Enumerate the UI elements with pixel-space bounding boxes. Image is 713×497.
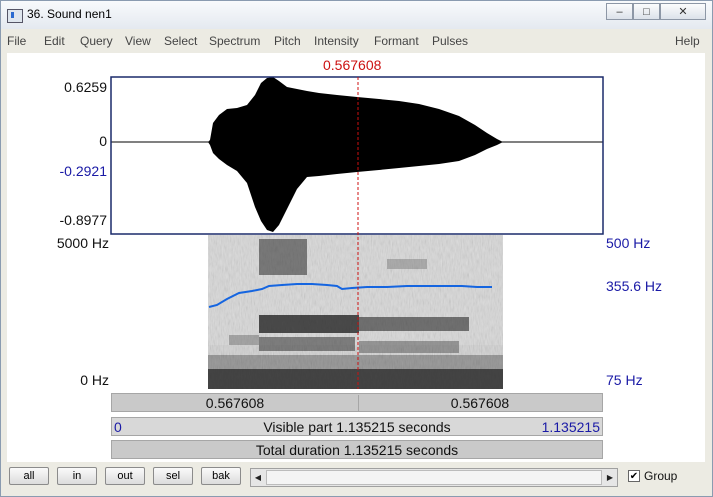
app-icon xyxy=(7,9,23,23)
group-checkbox[interactable]: ✔ xyxy=(628,470,640,482)
all-button[interactable]: all xyxy=(9,467,49,485)
scroll-thumb[interactable] xyxy=(266,470,602,485)
editor-area[interactable]: 0.567608 0.6259 0 -0.2921 -0.8977 5000 H… xyxy=(7,53,705,462)
scroll-left-arrow-icon[interactable]: ◀ xyxy=(251,469,265,486)
menu-select[interactable]: Select xyxy=(164,34,197,48)
signal-display[interactable] xyxy=(7,53,705,393)
scroll-right-arrow-icon[interactable]: ▶ xyxy=(603,469,617,486)
menu-pitch[interactable]: Pitch xyxy=(274,34,301,48)
title-bar: 36. Sound nen1 – □ ✕ xyxy=(1,1,712,29)
menu-view[interactable]: View xyxy=(125,34,151,48)
menu-query[interactable]: Query xyxy=(80,34,113,48)
horizontal-scrollbar[interactable]: ◀ ▶ xyxy=(250,468,618,487)
menu-spectrum[interactable]: Spectrum xyxy=(209,34,260,48)
group-label: Group xyxy=(644,469,678,483)
total-duration-bar[interactable]: Total duration 1.135215 seconds xyxy=(111,440,603,459)
visible-part-bar[interactable]: 0 Visible part 1.135215 seconds 1.135215 xyxy=(111,417,603,436)
menu-file[interactable]: File xyxy=(7,34,26,48)
maximize-button[interactable]: □ xyxy=(633,3,660,20)
minimize-button[interactable]: – xyxy=(606,3,633,20)
menu-pulses[interactable]: Pulses xyxy=(432,34,468,48)
navigation-bar: all in out sel bak ◀ ▶ ✔ Group xyxy=(1,463,712,496)
total-duration-label: Total duration 1.135215 seconds xyxy=(255,442,459,458)
right-time-segment[interactable]: 0.567608 xyxy=(358,395,602,411)
menu-intensity[interactable]: Intensity xyxy=(314,34,359,48)
menu-bar: File Edit Query View Select Spectrum Pit… xyxy=(1,31,712,51)
bak-button[interactable]: bak xyxy=(201,467,241,485)
sel-button[interactable]: sel xyxy=(153,467,193,485)
window-title: 36. Sound nen1 xyxy=(27,7,112,21)
left-time-segment[interactable]: 0.567608 xyxy=(112,395,359,411)
visible-end-label: 1.135215 xyxy=(541,419,600,435)
menu-help[interactable]: Help xyxy=(675,34,700,48)
close-button[interactable]: ✕ xyxy=(660,3,706,20)
menu-formant[interactable]: Formant xyxy=(374,34,419,48)
menu-edit[interactable]: Edit xyxy=(44,34,65,48)
spectrogram-image xyxy=(208,235,503,389)
visible-part-label: Visible part 1.135215 seconds xyxy=(263,419,451,435)
out-button[interactable]: out xyxy=(105,467,145,485)
praat-sound-window: 36. Sound nen1 – □ ✕ File Edit Query Vie… xyxy=(0,0,713,497)
in-button[interactable]: in xyxy=(57,467,97,485)
time-bar: 0.567608 0.567608 xyxy=(111,393,603,412)
